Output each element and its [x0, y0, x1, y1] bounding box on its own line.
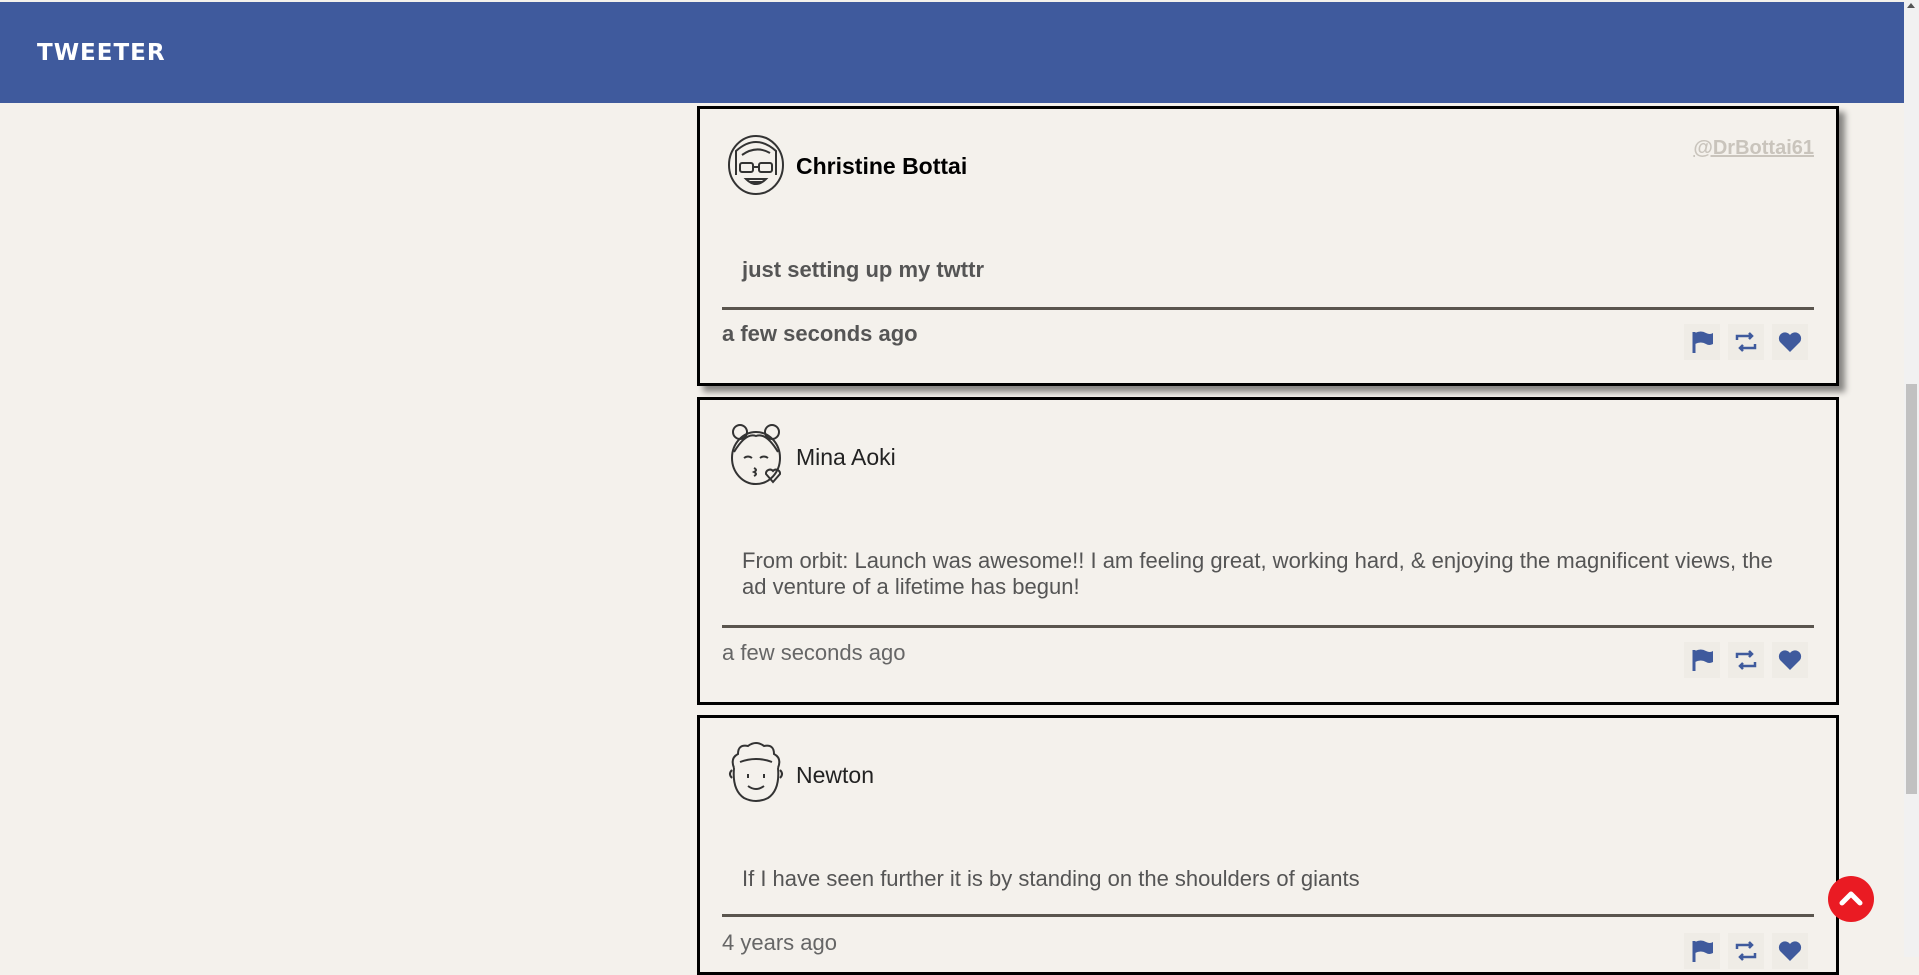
tweet-card: Newton If I have seen further it is by s…: [697, 715, 1839, 975]
retweet-button[interactable]: [1728, 324, 1764, 360]
navbar: TWEETER: [0, 2, 1904, 103]
retweet-button[interactable]: [1728, 642, 1764, 678]
flag-icon: [1692, 331, 1713, 353]
scroll-to-top-button[interactable]: [1828, 876, 1874, 922]
avatar-girl-kiss-icon: [731, 424, 781, 485]
tweet-actions: [1684, 324, 1808, 360]
brand-logo[interactable]: TWEETER: [37, 40, 166, 66]
timestamp: 4 years ago: [722, 930, 837, 955]
flag-icon: [1692, 649, 1713, 671]
author-handle[interactable]: @DrBottai61: [1693, 137, 1814, 160]
retweet-icon: [1735, 650, 1757, 670]
like-button[interactable]: [1772, 324, 1808, 360]
tweet-actions: [1684, 642, 1808, 678]
retweet-icon: [1735, 332, 1757, 352]
flag-button[interactable]: [1684, 324, 1720, 360]
tweet-card: Christine Bottai @DrBottai61 just settin…: [697, 106, 1839, 386]
scroll-to-top-icon: [1839, 891, 1863, 906]
tweet-actions: [1684, 933, 1808, 969]
retweet-button[interactable]: [1728, 933, 1764, 969]
like-button[interactable]: [1772, 642, 1808, 678]
divider: [722, 625, 1814, 628]
tweet-card: Mina Aoki From orbit: Launch was awesome…: [697, 397, 1839, 705]
divider: [722, 914, 1814, 917]
flag-button[interactable]: [1684, 933, 1720, 969]
author-name[interactable]: Newton: [796, 762, 874, 789]
vertical-scrollbar[interactable]: [1904, 0, 1919, 957]
author-name[interactable]: Mina Aoki: [796, 444, 896, 471]
tweet-content: If I have seen further it is by standing…: [742, 866, 1360, 891]
tweet-content: From orbit: Launch was awesome!! I am fe…: [742, 548, 1773, 599]
retweet-icon: [1735, 941, 1757, 961]
avatar-glasses-woman-icon: [728, 135, 784, 195]
scroll-thumb[interactable]: [1906, 384, 1917, 794]
avatar-curly-man-icon: [729, 742, 783, 802]
heart-icon: [1778, 650, 1802, 670]
heart-icon: [1778, 941, 1802, 961]
divider: [722, 307, 1814, 310]
timestamp: a few seconds ago: [722, 321, 918, 346]
timestamp: a few seconds ago: [722, 640, 906, 665]
tweet-content: just setting up my twttr: [742, 257, 984, 282]
heart-icon: [1778, 332, 1802, 352]
author-name[interactable]: Christine Bottai: [796, 153, 967, 180]
like-button[interactable]: [1772, 933, 1808, 969]
flag-button[interactable]: [1684, 642, 1720, 678]
flag-icon: [1692, 940, 1713, 962]
scroll-up-arrow-icon[interactable]: [1907, 3, 1915, 8]
